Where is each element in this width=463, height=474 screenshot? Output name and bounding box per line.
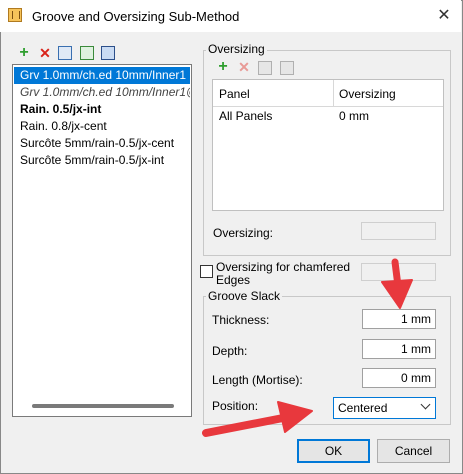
- annotation-arrow-down: [381, 258, 413, 309]
- annotation-arrow-right: [202, 401, 313, 437]
- annotation-arrows: [202, 258, 413, 437]
